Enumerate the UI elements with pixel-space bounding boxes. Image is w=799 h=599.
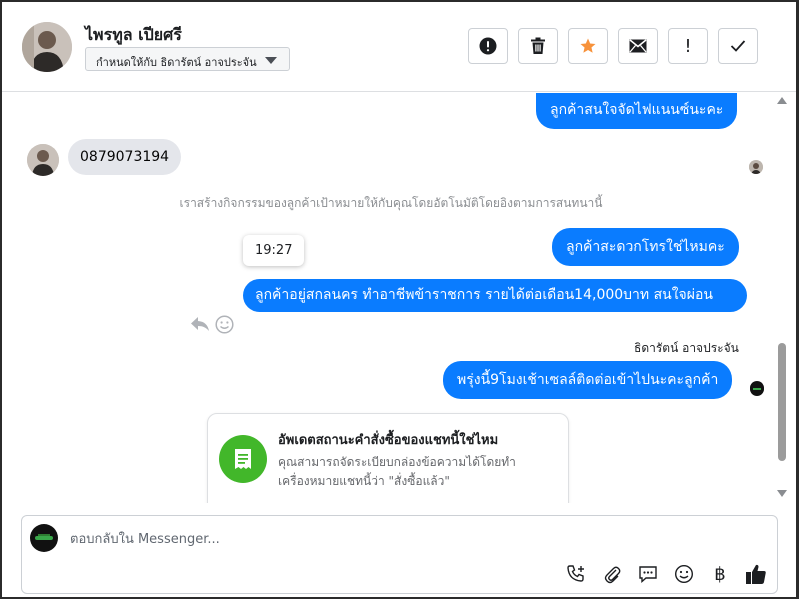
envelope-icon <box>629 39 647 53</box>
paperclip-icon[interactable] <box>601 562 623 586</box>
contact-avatar[interactable] <box>22 22 72 72</box>
trash-icon <box>531 37 545 54</box>
baht-icon[interactable]: ฿ <box>709 562 731 586</box>
incoming-message[interactable]: 0879073194 <box>68 139 182 175</box>
mark-important-button[interactable]: ! <box>668 28 708 64</box>
scroll-down-arrow[interactable] <box>777 490 787 497</box>
assignee-dropdown[interactable]: กำหนดให้กับ ธิดารัตน์ อาจประจัน <box>85 47 290 71</box>
checkmark-icon <box>730 40 746 52</box>
mail-button[interactable] <box>618 28 658 64</box>
seen-indicator <box>750 381 764 396</box>
saved-reply-icon[interactable] <box>637 562 659 586</box>
auto-activity-notice: เราสร้างกิจกรรมของลูกค้าเป้าหมายให้กับคุ… <box>179 196 603 210</box>
phone-plus-icon[interactable] <box>565 562 587 586</box>
sender-name: ธิดารัตน์ อาจประจัน <box>634 341 739 355</box>
caret-down-icon <box>265 57 277 64</box>
timestamp-tooltip: 19:27 <box>243 235 305 266</box>
scrollbar-thumb[interactable] <box>778 343 786 461</box>
assignee-label: กำหนดให้กับ ธิดารัตน์ อาจประจัน <box>96 56 257 69</box>
composer-tools: ฿ <box>565 562 767 586</box>
star-button[interactable] <box>568 28 608 64</box>
star-icon <box>580 38 596 53</box>
thumbs-up-icon[interactable] <box>745 562 767 586</box>
mark-done-button[interactable] <box>718 28 758 64</box>
outgoing-message[interactable]: พรุ่งนี้9โมงเช้าเซลล์ติดต่อเข้าไปนะคะลูก… <box>443 361 733 399</box>
outgoing-message[interactable]: ลูกค้าสะดวกโทรใช่ไหมคะ <box>552 228 739 266</box>
reply-composer: ฿ <box>21 515 778 594</box>
contact-name[interactable]: ไพรทูล เปียศรี <box>85 23 182 48</box>
exclamation-icon: ! <box>684 35 692 57</box>
delete-button[interactable] <box>518 28 558 64</box>
outgoing-message[interactable]: ลูกค้าสนใจจัดไฟแนนซ์นะคะ <box>536 93 738 129</box>
message-input[interactable] <box>70 528 570 550</box>
exclamation-circle-icon <box>479 37 497 55</box>
contact-avatar-small[interactable] <box>27 144 59 176</box>
order-status-card[interactable]: อัพเดตสถานะคำสั่งซื้อของแชทนี้ใช่ไหม คุณ… <box>207 413 569 503</box>
receipt-icon <box>219 435 267 483</box>
reply-icon[interactable] <box>190 315 210 337</box>
header-actions: ! <box>468 28 758 64</box>
conversation-header: ไพรทูล เปียศรี กำหนดให้กับ ธิดารัตน์ อาจ… <box>2 2 796 92</box>
report-button[interactable] <box>468 28 508 64</box>
react-emoji-icon[interactable] <box>215 315 234 338</box>
seen-avatar <box>749 160 763 174</box>
message-thread[interactable]: ลูกค้าสนใจจัดไฟแนนซ์นะคะ 0879073194 เราส… <box>2 93 796 503</box>
outgoing-message[interactable]: ลูกค้าอยู่สกลนคร ทำอาชีพข้าราชการ รายได้… <box>243 279 747 312</box>
scroll-up-arrow[interactable] <box>777 97 787 104</box>
card-description: คุณสามารถจัดระเบียบกล่องข้อความได้โดยทำเ… <box>278 455 516 488</box>
card-title: อัพเดตสถานะคำสั่งซื้อของแชทนี้ใช่ไหม <box>278 433 499 448</box>
page-avatar <box>30 524 58 552</box>
emoji-icon[interactable] <box>673 562 695 586</box>
